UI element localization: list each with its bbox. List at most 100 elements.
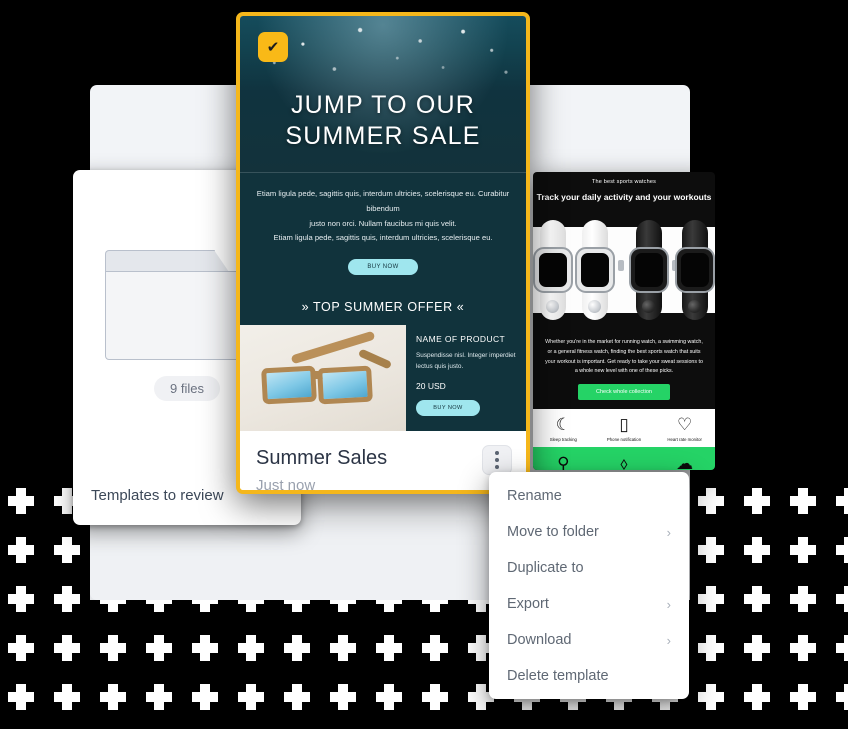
product-info: NAME OF PRODUCT Suspendisse nisl. Intege… xyxy=(406,325,526,431)
watch-headline: Track your daily activity and your worko… xyxy=(536,192,712,202)
context-menu[interactable]: Rename Move to folder › Duplicate to Export ›… xyxy=(489,472,689,699)
plus-icon xyxy=(100,684,126,710)
chevron-right-icon: › xyxy=(666,596,671,612)
top-offer-bar: » TOP SUMMER OFFER « xyxy=(240,291,526,326)
product-row: NAME OF PRODUCT Suspendisse nisl. Intege… xyxy=(240,325,526,432)
hero-buy-now-button[interactable]: BUY NOW xyxy=(348,259,418,276)
paragraph-line-1: Etiam ligula pede, sagittis quis, interd… xyxy=(256,189,510,213)
menu-item-rename[interactable]: Rename xyxy=(489,478,689,514)
plus-icon xyxy=(790,537,816,563)
plus-icon xyxy=(54,684,80,710)
plus-icon xyxy=(146,684,172,710)
product-buy-now-button[interactable]: BUY NOW xyxy=(416,399,480,416)
plus-icon xyxy=(238,684,264,710)
plus-icon xyxy=(744,586,770,612)
hero-title: JUMP TO OUR SUMMER SALE xyxy=(240,90,526,153)
product-name: NAME OF PRODUCT xyxy=(416,334,506,345)
card-timestamp: Just now xyxy=(256,477,316,494)
plus-icon xyxy=(284,635,310,661)
water-drop-icon: ⬨ xyxy=(620,454,628,470)
feature-label: Heart rate monitor xyxy=(667,437,702,443)
plus-icon xyxy=(422,684,448,710)
chevron-right-icon: › xyxy=(666,632,671,648)
location-pin-icon: ⚲ xyxy=(557,454,570,470)
plus-icon xyxy=(238,635,264,661)
plus-icon xyxy=(8,537,34,563)
plus-icon xyxy=(698,488,724,514)
feature-label: Phone notification xyxy=(606,437,642,443)
plus-icon xyxy=(698,586,724,612)
menu-item-duplicate-to[interactable]: Duplicate to xyxy=(489,550,689,586)
watch-green-icon-row: ⚲ ⬨ ☁ xyxy=(533,447,715,470)
menu-item-export[interactable]: Export › xyxy=(489,586,689,622)
plus-icon xyxy=(376,635,402,661)
plus-icon xyxy=(790,488,816,514)
more-vertical-icon[interactable] xyxy=(482,445,512,476)
card-title: Summer Sales xyxy=(256,447,388,470)
watch-photo xyxy=(533,210,715,330)
plus-icon xyxy=(744,635,770,661)
plus-icon xyxy=(836,488,848,514)
watch-feature-row: ☾ Sleep tracking ▯ Phone notification ♡ … xyxy=(533,409,715,448)
product-price: 20 USD xyxy=(416,380,446,391)
plus-icon xyxy=(698,684,724,710)
moon-sleep-icon: ☾ xyxy=(555,415,571,435)
menu-item-label: Download xyxy=(507,632,572,648)
plus-icon xyxy=(744,537,770,563)
menu-item-move-to-folder[interactable]: Move to folder › xyxy=(489,514,689,550)
plus-icon xyxy=(8,684,34,710)
plus-icon xyxy=(54,537,80,563)
app-canvas: 9 files Templates to review The best spo… xyxy=(0,0,848,729)
plus-icon xyxy=(836,684,848,710)
feature-heart-rate: ♡ Heart rate monitor xyxy=(654,415,715,442)
menu-item-label: Delete template xyxy=(507,668,609,684)
folder-title: Templates to review xyxy=(91,487,224,504)
plus-icon xyxy=(330,684,356,710)
plus-icon xyxy=(8,635,34,661)
plus-icon xyxy=(376,684,402,710)
plus-icon xyxy=(192,684,218,710)
card-footer: Summer Sales Just now xyxy=(240,431,526,494)
plus-icon xyxy=(744,684,770,710)
watch-body-copy: Whether you're in the market for running… xyxy=(545,339,703,375)
check-icon: ✔ xyxy=(266,39,280,56)
menu-item-download[interactable]: Download › xyxy=(489,622,689,658)
hero-banner: ✔ JUMP TO OUR SUMMER SALE xyxy=(240,16,526,172)
hero-title-line2: SUMMER SALE xyxy=(285,122,481,151)
plus-icon xyxy=(790,684,816,710)
check-collection-button[interactable]: Check whole collection xyxy=(578,384,670,401)
watch-eyebrow: The best sports watches xyxy=(591,179,657,185)
plus-icon xyxy=(330,635,356,661)
plus-icon xyxy=(192,635,218,661)
plus-icon xyxy=(836,537,848,563)
sunglasses-image xyxy=(240,325,406,432)
plus-icon xyxy=(100,635,126,661)
selected-check-badge[interactable]: ✔ xyxy=(258,32,288,62)
menu-item-label: Duplicate to xyxy=(507,560,584,576)
plus-icon xyxy=(54,586,80,612)
plus-icon xyxy=(698,537,724,563)
feature-sleep-tracking: ☾ Sleep tracking xyxy=(533,415,594,442)
plus-icon xyxy=(8,586,34,612)
plus-icon xyxy=(284,684,310,710)
feature-phone-notification: ▯ Phone notification xyxy=(594,415,655,442)
hero-body-section: Etiam ligula pede, sagittis quis, interd… xyxy=(240,172,526,292)
menu-item-delete-template[interactable]: Delete template xyxy=(489,658,689,694)
summer-sales-template-card[interactable]: ✔ JUMP TO OUR SUMMER SALE Etiam ligula p… xyxy=(236,12,530,494)
plus-icon xyxy=(146,635,172,661)
plus-icon xyxy=(790,586,816,612)
plus-icon xyxy=(54,635,80,661)
heart-rate-icon: ♡ xyxy=(677,415,693,435)
chevron-right-icon: › xyxy=(666,524,671,540)
plus-icon xyxy=(422,635,448,661)
plus-icon xyxy=(836,586,848,612)
menu-item-label: Rename xyxy=(507,488,562,504)
watch-template-card[interactable]: The best sports watches Track your daily… xyxy=(533,172,715,470)
phone-notification-icon: ▯ xyxy=(619,415,629,435)
plus-icon xyxy=(8,488,34,514)
product-description: Suspendisse nisl. Integer imperdiet lect… xyxy=(416,352,516,371)
plus-icon xyxy=(744,488,770,514)
feature-label: Sleep tracking xyxy=(549,437,577,443)
weather-sun-cloud-icon: ☁ xyxy=(676,454,694,470)
plus-icon xyxy=(836,635,848,661)
